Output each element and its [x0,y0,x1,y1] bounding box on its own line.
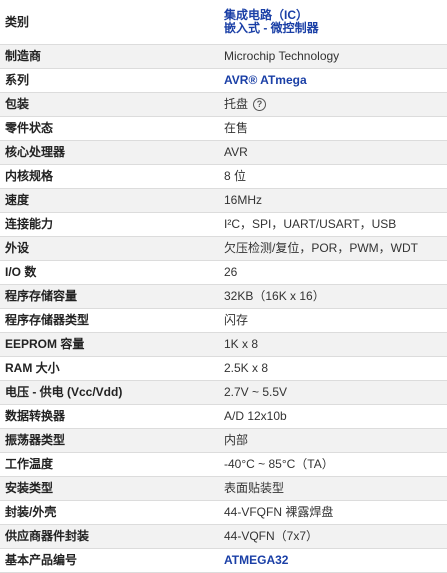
table-row: 核心处理器 AVR [0,140,447,165]
table-row: 程序存储容量 32KB（16K x 16） [0,284,447,309]
attribute-value: 16MHz [215,188,447,213]
table-row: I/O 数 26 [0,260,447,285]
table-row: 数据转换器 A/D 12x10b [0,404,447,429]
attribute-value: -40°C ~ 85°C（TA） [215,452,447,477]
attribute-label: 数据转换器 [0,404,215,429]
table-row: 封装/外壳 44-VFQFN 裸露焊盘 [0,500,447,525]
attribute-value: 44-VQFN（7x7） [215,524,447,549]
packaging-value: 托盘 [224,96,249,111]
table-row: 连接能力 I²C，SPI，UART/USART，USB [0,212,447,237]
attribute-value: 26 [215,260,447,285]
table-row: 工作温度 -40°C ~ 85°C（TA） [0,452,447,477]
table-row: EEPROM 容量 1K x 8 [0,332,447,357]
attribute-label: 封装/外壳 [0,500,215,525]
table-row: 零件状态 在售 [0,116,447,141]
attribute-value: AVR® ATmega [215,68,447,93]
attribute-label: 供应商器件封装 [0,524,215,549]
table-row: 内核规格 8 位 [0,164,447,189]
table-row: 类别 集成电路（IC） 嵌入式 - 微控制器 [0,0,447,45]
table-row: 安装类型 表面贴装型 [0,476,447,501]
attribute-label: 类别 [0,0,215,45]
attribute-label: 基本产品编号 [0,548,215,573]
table-row: 速度 16MHz [0,188,447,213]
table-row: 供应商器件封装 44-VQFN（7x7） [0,524,447,549]
table-row: 包装 托盘? [0,92,447,117]
attribute-label: 速度 [0,188,215,213]
base-product-number-link[interactable]: ATMEGA32 [224,553,288,567]
attribute-label: 振荡器类型 [0,428,215,453]
attribute-label: 核心处理器 [0,140,215,165]
attribute-value: 集成电路（IC） 嵌入式 - 微控制器 [215,0,447,45]
product-attributes-table: 类别 集成电路（IC） 嵌入式 - 微控制器 制造商 Microchip Tec… [0,0,447,573]
attribute-label: I/O 数 [0,260,215,285]
attribute-value: 1K x 8 [215,332,447,357]
table-row: 制造商 Microchip Technology [0,44,447,69]
attribute-label: 电压 - 供电 (Vcc/Vdd) [0,380,215,405]
attribute-label: 包装 [0,92,215,117]
attribute-label: 程序存储器类型 [0,308,215,333]
attribute-value: 表面贴装型 [215,476,447,501]
attribute-label: 程序存储容量 [0,284,215,309]
attribute-value: AVR [215,140,447,165]
attribute-label: RAM 大小 [0,356,215,381]
attribute-label: 工作温度 [0,452,215,477]
attribute-value: 44-VFQFN 裸露焊盘 [215,500,447,525]
attribute-value: 内部 [215,428,447,453]
category-link-mcu[interactable]: 嵌入式 - 微控制器 [224,21,447,35]
attribute-value: A/D 12x10b [215,404,447,429]
attribute-label: 制造商 [0,44,215,69]
attribute-value: 欠压检测/复位，POR，PWM，WDT [215,236,447,261]
attribute-value: 2.7V ~ 5.5V [215,380,447,405]
attribute-value: Microchip Technology [215,44,447,69]
attribute-value: ATMEGA32 [215,548,447,573]
table-row: RAM 大小 2.5K x 8 [0,356,447,381]
attribute-value: I²C，SPI，UART/USART，USB [215,212,447,237]
table-row: 基本产品编号 ATMEGA32 [0,548,447,573]
attribute-label: 系列 [0,68,215,93]
attribute-label: 外设 [0,236,215,261]
table-row: 电压 - 供电 (Vcc/Vdd) 2.7V ~ 5.5V [0,380,447,405]
table-row: 振荡器类型 内部 [0,428,447,453]
series-link[interactable]: AVR® ATmega [224,73,307,87]
attribute-label: 连接能力 [0,212,215,237]
attribute-value: 闪存 [215,308,447,333]
table-row: 外设 欠压检测/复位，POR，PWM，WDT [0,236,447,261]
table-row: 程序存储器类型 闪存 [0,308,447,333]
attribute-value: 32KB（16K x 16） [215,284,447,309]
attribute-value: 在售 [215,116,447,141]
attribute-value: 托盘? [215,92,447,117]
attribute-label: EEPROM 容量 [0,332,215,357]
attribute-value: 8 位 [215,164,447,189]
attribute-label: 安装类型 [0,476,215,501]
question-circle-icon[interactable]: ? [253,98,267,112]
attribute-label: 内核规格 [0,164,215,189]
category-link-ic[interactable]: 集成电路（IC） [224,8,447,22]
table-row: 系列 AVR® ATmega [0,68,447,93]
attribute-label: 零件状态 [0,116,215,141]
attribute-value: 2.5K x 8 [215,356,447,381]
